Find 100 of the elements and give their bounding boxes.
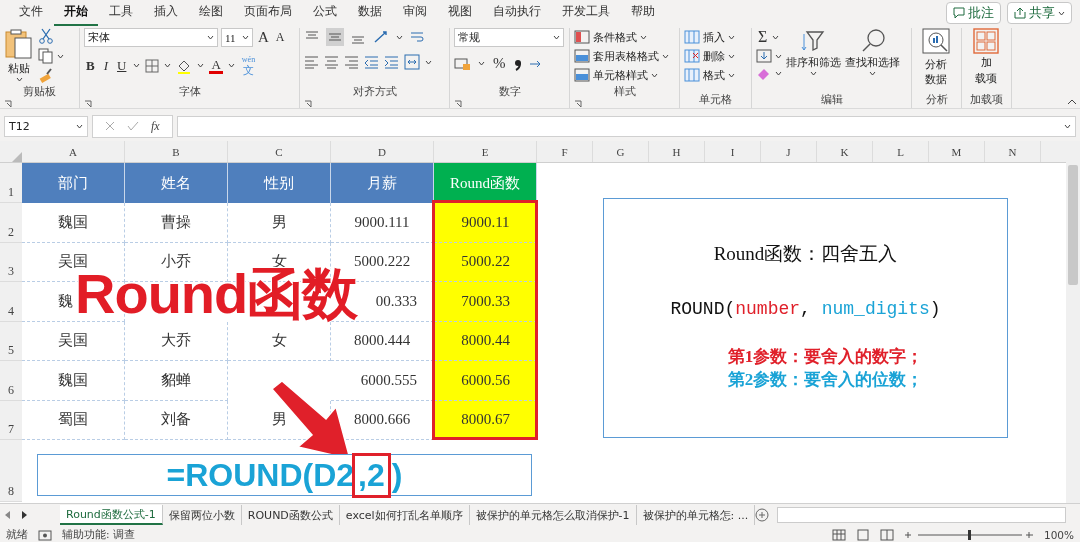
column-header[interactable]: L	[873, 141, 929, 162]
accessibility-status[interactable]: 辅助功能: 调查	[62, 528, 135, 542]
styles-menu-item[interactable]: 套用表格格式	[574, 47, 669, 65]
dialog-launcher-icon[interactable]	[304, 100, 312, 108]
cells-menu-item[interactable]: 删除	[684, 47, 735, 65]
share-button[interactable]: 共享	[1007, 2, 1072, 24]
normal-view-icon[interactable]	[831, 529, 846, 541]
menu-tab[interactable]: 帮助	[621, 0, 665, 26]
collapse-ribbon-icon[interactable]	[1067, 99, 1077, 105]
analyze-data-button[interactable]: 分析数据	[916, 28, 956, 87]
caret-icon[interactable]	[775, 53, 782, 59]
autosum-button[interactable]: Σ	[756, 28, 770, 46]
percent-button[interactable]: %	[491, 55, 508, 72]
column-header[interactable]: K	[817, 141, 873, 162]
number-format-select[interactable]: 常规	[454, 28, 564, 47]
name-box[interactable]: T12	[4, 115, 88, 137]
paste-button[interactable]: 粘贴	[4, 28, 34, 82]
column-header[interactable]: A	[22, 141, 125, 162]
sheet-tab[interactable]: 被保护的单元格怎: ...	[636, 505, 756, 525]
fill-down-icon[interactable]	[756, 49, 772, 63]
menu-tab[interactable]: 审阅	[393, 0, 437, 26]
addins-button[interactable]: 加 载项	[966, 28, 1006, 86]
caret-icon[interactable]	[478, 61, 485, 66]
row-header[interactable]: 6	[0, 361, 22, 401]
italic-button[interactable]: I	[101, 57, 110, 74]
dialog-launcher-icon[interactable]	[4, 100, 12, 108]
merge-cells-icon[interactable]	[404, 54, 420, 70]
decrease-indent-icon[interactable]	[364, 55, 379, 69]
insert-function-button[interactable]: fx	[151, 118, 160, 134]
page-layout-icon[interactable]	[855, 529, 870, 541]
menu-tab[interactable]: 视图	[438, 0, 482, 26]
font-family-select[interactable]: 宋体	[84, 28, 218, 47]
caret-icon[interactable]	[133, 63, 141, 68]
styles-menu-item[interactable]: 条件格式	[574, 28, 669, 46]
cells-menu-item[interactable]: 格式	[684, 66, 735, 84]
comments-button[interactable]: 批注	[946, 2, 1001, 24]
formula-input[interactable]	[176, 115, 1076, 137]
copy-icon[interactable]	[38, 48, 54, 64]
sheet-tab[interactable]: 保留两位小数	[162, 505, 242, 525]
menu-tab[interactable]: 开发工具	[552, 0, 620, 26]
borders-icon[interactable]	[145, 58, 160, 73]
shrink-font-button[interactable]: A	[273, 30, 287, 45]
column-header[interactable]: N	[985, 141, 1041, 162]
sheet-tab[interactable]: ROUND函数公式	[241, 505, 340, 525]
dialog-launcher-icon[interactable]	[454, 100, 462, 108]
row-header[interactable]: 3	[0, 242, 22, 282]
row-header[interactable]: 8	[0, 440, 22, 502]
check-icon[interactable]	[127, 121, 139, 131]
column-header[interactable]: B	[125, 141, 228, 162]
zoom-level[interactable]: 100%	[1043, 529, 1074, 541]
column-header[interactable]: F	[537, 141, 593, 162]
column-header[interactable]: E	[434, 141, 537, 162]
menu-tab[interactable]: 开始	[54, 0, 98, 26]
sheet-tab[interactable]: Round函数公式-1	[60, 505, 163, 525]
sheet-tab[interactable]: excel如何打乱名单顺序	[339, 505, 470, 525]
find-select-button[interactable]: 查找和选择	[845, 28, 900, 76]
cut-icon[interactable]	[38, 28, 54, 44]
sort-filter-button[interactable]: 排序和筛选	[786, 28, 841, 76]
font-color-button[interactable]: A	[209, 57, 223, 74]
caret-icon[interactable]	[775, 70, 782, 76]
caret-icon[interactable]	[197, 63, 205, 68]
format-painter-icon[interactable]	[38, 68, 54, 84]
menu-tab[interactable]: 插入	[144, 0, 188, 26]
increase-indent-icon[interactable]	[384, 55, 399, 69]
sheet-tab[interactable]: 被保护的单元格怎么取消保护-1	[469, 505, 637, 525]
column-header[interactable]: I	[705, 141, 761, 162]
menu-tab[interactable]: 页面布局	[234, 0, 302, 26]
dialog-launcher-icon[interactable]	[574, 100, 582, 108]
row-header[interactable]: 5	[0, 321, 22, 361]
grow-font-button[interactable]: A	[256, 29, 271, 46]
caret-icon[interactable]	[772, 34, 780, 40]
menu-tab[interactable]: 文件	[9, 0, 53, 26]
font-size-select[interactable]: 11	[221, 28, 253, 47]
bold-button[interactable]: B	[84, 57, 97, 74]
horizontal-scrollbar[interactable]	[777, 507, 1066, 523]
column-header[interactable]: J	[761, 141, 817, 162]
menu-tab[interactable]: 绘图	[189, 0, 233, 26]
menu-tab[interactable]: 数据	[348, 0, 392, 26]
zoom-slider-icon[interactable]	[903, 529, 1034, 541]
underline-button[interactable]: U	[115, 57, 129, 74]
column-header[interactable]: M	[929, 141, 985, 162]
caret-icon[interactable]	[425, 59, 432, 65]
macro-record-icon[interactable]	[38, 529, 52, 541]
menu-tab[interactable]: 工具	[99, 0, 143, 26]
add-sheet-icon[interactable]	[755, 508, 770, 522]
caret-icon[interactable]	[164, 63, 172, 68]
menu-tab[interactable]: 公式	[303, 0, 347, 26]
page-break-icon[interactable]	[879, 529, 894, 541]
column-header[interactable]: D	[331, 141, 434, 162]
column-header[interactable]: H	[649, 141, 705, 162]
row-header[interactable]: 7	[0, 400, 22, 440]
column-header[interactable]: C	[228, 141, 331, 162]
menu-tab[interactable]: 自动执行	[483, 0, 551, 26]
caret-icon[interactable]	[396, 34, 403, 40]
wrap-text-icon[interactable]	[409, 29, 425, 45]
row-header[interactable]: 2	[0, 203, 22, 243]
row-header[interactable]: 4	[0, 282, 22, 322]
styles-menu-item[interactable]: 单元格样式	[574, 66, 669, 84]
column-header[interactable]: G	[593, 141, 649, 162]
caret-icon[interactable]	[57, 53, 64, 59]
